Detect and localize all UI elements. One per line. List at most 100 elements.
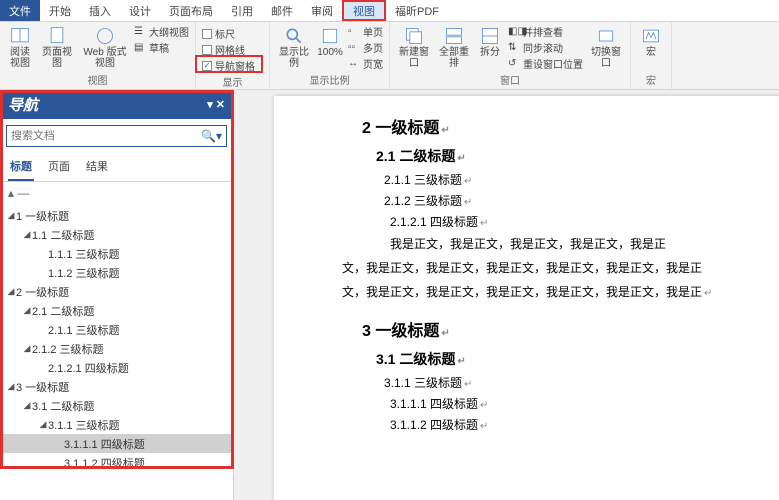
heading-4: 2.1.2.1 四级标题 <box>390 213 779 230</box>
macros-button[interactable]: 宏 <box>635 24 667 60</box>
outline-icon: ☰ <box>134 26 146 38</box>
nav-collapse-button[interactable]: ▴ — <box>0 182 233 204</box>
ruler-checkbox[interactable]: 标尺 <box>202 26 255 41</box>
switch-icon <box>596 26 616 46</box>
ribbon-group-window: 新建窗口 全部重排 拆分 ◧◨并排查看 ⇅同步滚动 ↺重设窗口位置 切换窗口 窗… <box>390 22 631 89</box>
outline-view-button[interactable]: ☰大纲视图 <box>134 24 189 39</box>
triangle-down-icon[interactable]: ◢ <box>6 381 16 392</box>
page-width-button[interactable]: ↔页宽 <box>348 56 383 71</box>
nav-tab-results[interactable]: 结果 <box>84 155 110 181</box>
triangle-down-icon[interactable]: ◢ <box>22 400 32 411</box>
ribbon-group-zoom: 显示比例 100% ▫单页 ▫▫多页 ↔页宽 显示比例 <box>270 22 390 89</box>
menu-bar: 文件 开始 插入 设计 页面布局 引用 邮件 审阅 视图 福昕PDF <box>0 0 779 22</box>
nav-tree-item-label: 3.1 二级标题 <box>32 398 94 414</box>
triangle-down-icon[interactable]: ◢ <box>6 286 16 297</box>
nav-tree-item[interactable]: 1.1.2 三级标题 <box>0 263 233 282</box>
menu-review[interactable]: 审阅 <box>302 0 342 21</box>
document-area[interactable]: 2 一级标题 2.1 二级标题 2.1.1 三级标题 2.1.2 三级标题 2.… <box>234 90 779 500</box>
nav-tree-item[interactable]: 2.1.2.1 四级标题 <box>0 358 233 377</box>
sync-scroll-button[interactable]: ⇅同步滚动 <box>508 40 584 55</box>
checkbox-icon <box>202 29 212 39</box>
arrange-all-button[interactable]: 全部重排 <box>434 24 474 71</box>
menu-view[interactable]: 视图 <box>342 0 386 21</box>
search-box[interactable]: 🔍▾ <box>6 125 227 147</box>
menu-mailings[interactable]: 邮件 <box>262 0 302 21</box>
arrange-all-label: 全部重排 <box>437 47 471 69</box>
one-page-button[interactable]: ▫单页 <box>348 24 383 39</box>
ribbon-group-views: 阅读 视图 页面视图 Web 版式视图 ☰大纲视图 ▤草稿 视图 <box>0 22 196 89</box>
menu-home[interactable]: 开始 <box>40 0 80 21</box>
read-mode-button[interactable]: 阅读 视图 <box>4 24 36 71</box>
triangle-down-icon[interactable]: ◢ <box>38 419 48 430</box>
gridlines-checkbox[interactable]: 网格线 <box>202 42 255 57</box>
menu-layout[interactable]: 页面布局 <box>160 0 222 21</box>
menu-references[interactable]: 引用 <box>222 0 262 21</box>
nav-tree-item[interactable]: ◢2 一级标题 <box>0 282 233 301</box>
switch-windows-label: 切换窗口 <box>589 47 623 69</box>
nav-pane-title: 导航 <box>8 94 38 115</box>
document-page: 2 一级标题 2.1 二级标题 2.1.1 三级标题 2.1.2 三级标题 2.… <box>274 96 779 500</box>
new-window-button[interactable]: 新建窗口 <box>394 24 434 71</box>
draft-view-button[interactable]: ▤草稿 <box>134 40 189 55</box>
page-width-icon: ↔ <box>348 58 360 70</box>
nav-close-button[interactable]: ▾ ✕ <box>207 98 225 111</box>
reset-icon: ↺ <box>508 58 520 70</box>
triangle-down-icon[interactable]: ◢ <box>22 343 32 354</box>
read-mode-label: 阅读 视图 <box>7 47 33 69</box>
web-layout-button[interactable]: Web 版式视图 <box>78 24 132 71</box>
nav-tree-item[interactable]: 3.1.1.2 四级标题 <box>0 453 233 472</box>
nav-tree-item[interactable]: ◢2.1.2 三级标题 <box>0 339 233 358</box>
nav-tree-item-label: 1.1.1 三级标题 <box>48 246 120 262</box>
search-icon[interactable]: 🔍▾ <box>201 129 222 143</box>
menu-file[interactable]: 文件 <box>0 0 40 21</box>
nav-tree-item[interactable]: ◢3 一级标题 <box>0 377 233 396</box>
body-text: 文，我是正文，我是正文，我是正文，我是正文，我是正文，我是正 <box>342 259 779 278</box>
triangle-down-icon[interactable]: ◢ <box>6 210 16 221</box>
split-label: 拆分 <box>480 47 500 58</box>
view-side-by-side-button[interactable]: ◧◨并排查看 <box>508 24 584 39</box>
triangle-down-icon[interactable]: ◢ <box>22 305 32 316</box>
heading-4: 3.1.1.1 四级标题 <box>390 395 779 412</box>
body-text: 文，我是正文，我是正文，我是正文，我是正文，我是正文，我是正 <box>342 283 779 302</box>
print-layout-label: 页面视图 <box>39 47 75 69</box>
nav-tree-item-label: 2.1.1 三级标题 <box>48 322 120 338</box>
nav-tree-item[interactable]: ◢1.1 二级标题 <box>0 225 233 244</box>
web-icon <box>95 26 115 46</box>
ribbon: 阅读 视图 页面视图 Web 版式视图 ☰大纲视图 ▤草稿 视图 标尺 网格线 … <box>0 22 779 90</box>
zoom-button[interactable]: 显示比例 <box>274 24 314 71</box>
triangle-down-icon[interactable]: ◢ <box>22 229 32 240</box>
zoom-100-button[interactable]: 100% <box>314 24 346 60</box>
book-icon <box>10 26 30 46</box>
navpane-checkbox[interactable]: ✓导航窗格 <box>202 58 255 73</box>
nav-tab-headings[interactable]: 标题 <box>8 155 34 181</box>
nav-tree-item-label: 3.1.1.1 四级标题 <box>64 436 145 452</box>
reset-window-button[interactable]: ↺重设窗口位置 <box>508 56 584 71</box>
nav-tree-item[interactable]: 1.1.1 三级标题 <box>0 244 233 263</box>
side-icon: ◧◨ <box>508 26 520 38</box>
one-page-icon: ▫ <box>348 26 360 38</box>
nav-tree-item[interactable]: ◢3.1 二级标题 <box>0 396 233 415</box>
magnifier-icon <box>284 26 304 46</box>
page-icon <box>47 26 67 46</box>
split-button[interactable]: 拆分 <box>474 24 506 60</box>
group-label-macros: 宏 <box>635 71 667 89</box>
nav-tree-item[interactable]: ◢1 一级标题 <box>0 206 233 225</box>
nav-tree-item-label: 2.1.2.1 四级标题 <box>48 360 129 376</box>
menu-design[interactable]: 设计 <box>120 0 160 21</box>
multi-page-button[interactable]: ▫▫多页 <box>348 40 383 55</box>
nav-tree-item-label: 2 一级标题 <box>16 284 69 300</box>
switch-windows-button[interactable]: 切换窗口 <box>586 24 626 71</box>
split-icon <box>480 26 500 46</box>
nav-tab-pages[interactable]: 页面 <box>46 155 72 181</box>
print-layout-button[interactable]: 页面视图 <box>36 24 78 71</box>
main-area: 导航 ▾ ✕ 🔍▾ 标题 页面 结果 ▴ — ◢1 一级标题◢1.1 二级标题 1… <box>0 90 779 500</box>
nav-tree-item[interactable]: ◢2.1 二级标题 <box>0 301 233 320</box>
nav-tree-item[interactable]: ◢3.1.1 三级标题 <box>0 415 233 434</box>
search-input[interactable] <box>11 130 201 142</box>
heading-3: 2.1.1 三级标题 <box>384 171 779 188</box>
menu-foxit[interactable]: 福昕PDF <box>386 0 448 21</box>
menu-insert[interactable]: 插入 <box>80 0 120 21</box>
new-window-label: 新建窗口 <box>397 47 431 69</box>
nav-tree-item[interactable]: 2.1.1 三级标题 <box>0 320 233 339</box>
nav-tree-item[interactable]: 3.1.1.1 四级标题 <box>0 434 233 453</box>
